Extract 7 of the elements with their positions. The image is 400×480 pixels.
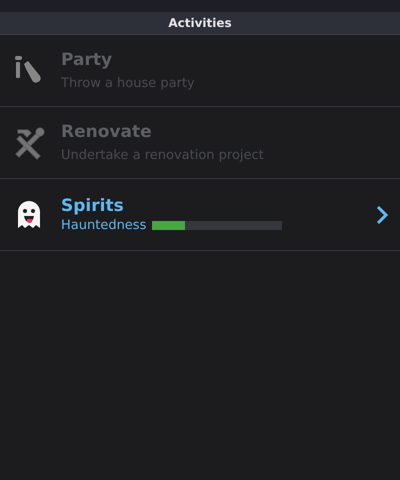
activity-title: Spirits <box>61 196 125 216</box>
section-title: Activities <box>168 16 232 30</box>
activity-title: Party <box>61 50 114 70</box>
chevron-icon[interactable] <box>376 204 388 224</box>
activity-title: Renovate <box>61 122 153 142</box>
activity-row[interactable]: Spirits Hauntedness <box>0 179 400 251</box>
meter-label: Hauntedness <box>61 218 146 233</box>
